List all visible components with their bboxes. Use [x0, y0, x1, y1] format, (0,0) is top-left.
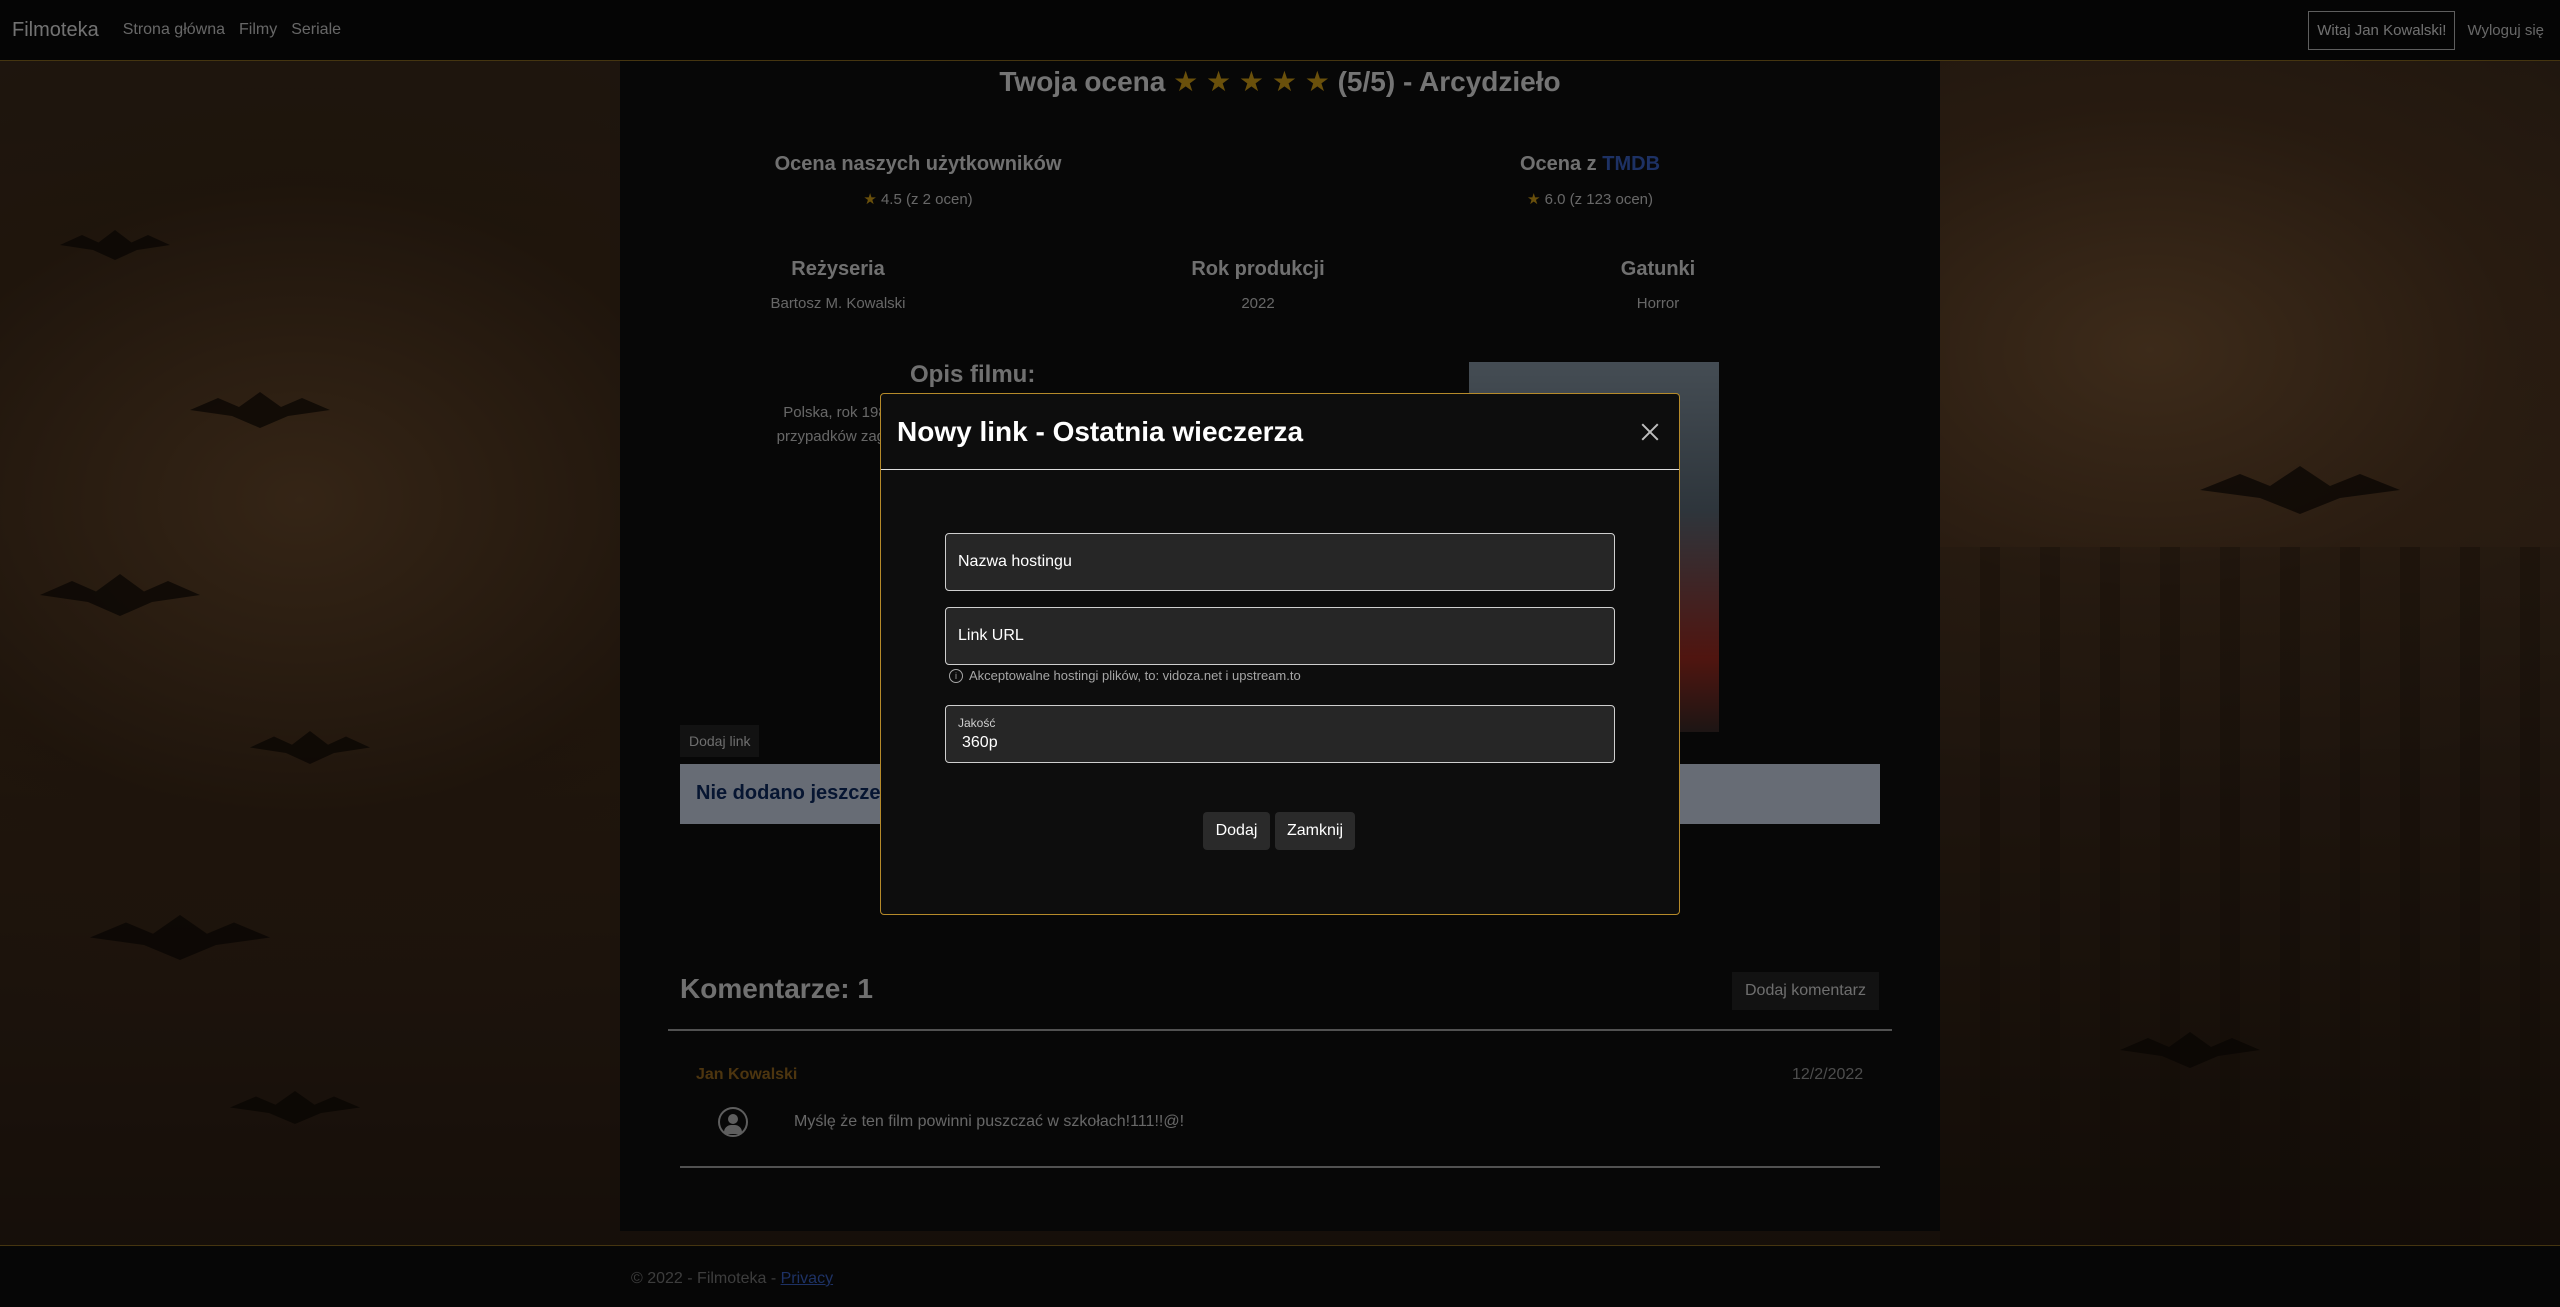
quality-select[interactable]: Jakość 360p: [945, 705, 1615, 763]
quality-label: Jakość: [958, 716, 996, 730]
hosting-name-input[interactable]: Nazwa hostingu: [945, 533, 1615, 591]
quality-value: 360p: [962, 734, 998, 751]
new-link-modal: Nowy link - Ostatnia wieczerza Nazwa hos…: [880, 393, 1680, 915]
close-button[interactable]: Zamknij: [1275, 812, 1355, 850]
modal-title: Nowy link - Ostatnia wieczerza: [897, 415, 1304, 447]
info-icon: i: [949, 668, 963, 683]
link-url-placeholder: Link URL: [958, 627, 1024, 644]
modal-header: Nowy link - Ostatnia wieczerza: [881, 394, 1679, 470]
hosting-hint-text: Akceptowalne hostingi plików, to: vidoza…: [969, 668, 1301, 683]
add-button[interactable]: Dodaj: [1203, 812, 1270, 850]
link-url-input[interactable]: Link URL: [945, 607, 1615, 665]
close-icon[interactable]: [1637, 419, 1663, 445]
hosting-name-placeholder: Nazwa hostingu: [958, 553, 1072, 570]
hosting-hint: i Akceptowalne hostingi plików, to: vido…: [949, 668, 1301, 683]
